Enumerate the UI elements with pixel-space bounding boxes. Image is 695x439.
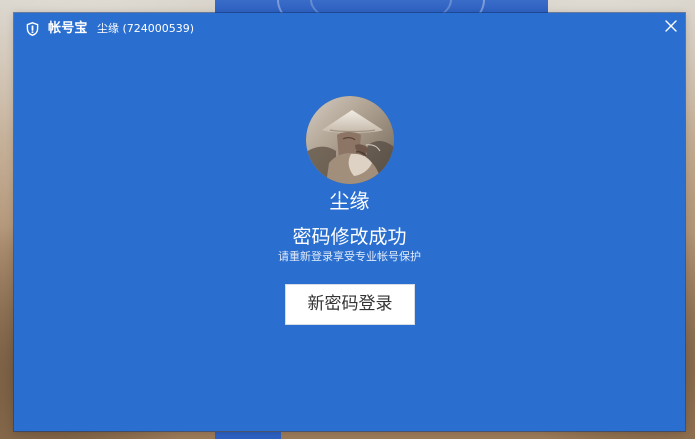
success-title: 密码修改成功 xyxy=(292,226,407,248)
background-window-bottom xyxy=(215,432,281,439)
app-name: 帐号宝 xyxy=(48,21,88,36)
titlebar: 帐号宝 尘缘 (724000539) xyxy=(14,13,685,43)
success-subtitle: 请重新登录享受专业帐号保护 xyxy=(278,250,421,263)
nickname: 尘缘 xyxy=(329,189,370,213)
new-password-login-button[interactable]: 新密码登录 xyxy=(285,284,415,325)
shield-icon xyxy=(26,22,39,36)
account-protection-dialog: 帐号宝 尘缘 (724000539) 尘缘 密码修改成功 请重新登录享受专业帐号… xyxy=(14,13,685,431)
account-title: 尘缘 (724000539) xyxy=(97,22,195,35)
avatar xyxy=(306,96,394,184)
close-button[interactable] xyxy=(663,18,679,34)
close-icon xyxy=(665,20,677,32)
new-password-login-button-label: 新密码登录 xyxy=(307,294,393,314)
